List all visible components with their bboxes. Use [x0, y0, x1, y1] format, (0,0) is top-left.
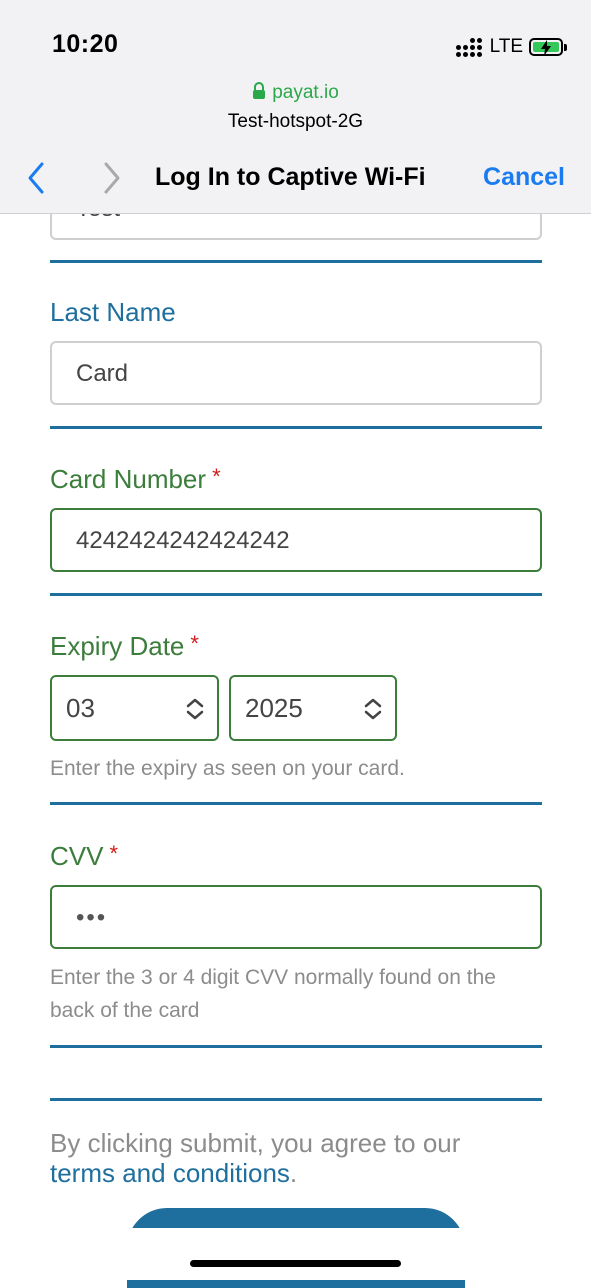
cancel-button[interactable]: Cancel: [483, 163, 565, 192]
card-number-input[interactable]: 4242424242424242: [50, 508, 542, 572]
expiry-month-value: 03: [66, 693, 95, 723]
section-divider: [50, 426, 542, 429]
cvv-label: CVV *: [50, 841, 118, 872]
expiry-year-select[interactable]: 2025: [229, 675, 397, 741]
expiry-month-select[interactable]: 03: [50, 675, 219, 741]
cvv-input[interactable]: •••: [50, 885, 542, 949]
signal-strength-icon: [455, 37, 482, 57]
status-indicators: LTE: [455, 33, 567, 61]
required-mark: *: [109, 841, 119, 866]
expiry-help-text: Enter the expiry as seen on your card.: [50, 757, 405, 780]
expiry-date-label: Expiry Date *: [50, 631, 199, 662]
forward-chevron-icon[interactable]: [96, 160, 126, 196]
last-name-value: Card: [76, 360, 129, 387]
terms-agreement-text: By clicking submit, you agree to our ter…: [50, 1128, 530, 1188]
agreement-prefix: By clicking submit, you agree to our: [50, 1128, 461, 1158]
card-number-label-text: Card Number: [50, 464, 207, 494]
section-divider: [50, 1098, 542, 1101]
cvv-help-text: Enter the 3 or 4 digit CVV normally foun…: [50, 966, 496, 1022]
section-divider: [50, 802, 542, 805]
captive-portal-header: 10:20 LTE payat.io Test-hotspot-2G Log I…: [0, 0, 591, 214]
section-divider: [50, 593, 542, 596]
domain-row: payat.io: [0, 82, 591, 104]
network-type: LTE: [489, 36, 523, 57]
expiry-year-value: 2025: [245, 693, 303, 723]
last-name-label: Last Name: [50, 297, 176, 327]
back-chevron-icon[interactable]: [22, 160, 52, 196]
agreement-suffix: .: [289, 1158, 298, 1188]
battery-charging-icon: [529, 38, 567, 56]
card-number-label: Card Number *: [50, 464, 221, 495]
select-chevron-icon: [364, 698, 382, 720]
required-mark: *: [190, 631, 199, 656]
terms-link[interactable]: terms and conditions: [50, 1158, 290, 1188]
cvv-label-text: CVV: [50, 841, 104, 871]
section-divider: [50, 1045, 542, 1048]
cvv-masked-value: •••: [76, 904, 108, 931]
expiry-date-label-text: Expiry Date: [50, 631, 185, 661]
domain-text: payat.io: [272, 82, 339, 103]
section-divider: [50, 260, 542, 263]
last-name-input[interactable]: Card: [50, 341, 542, 405]
select-chevron-icon: [186, 698, 204, 720]
status-time: 10:20: [52, 30, 119, 58]
required-mark: *: [212, 464, 221, 489]
card-number-value: 4242424242424242: [76, 527, 290, 554]
bottom-safe-area: [0, 1228, 591, 1280]
lock-icon: [253, 82, 266, 99]
page-title: Log In to Captive Wi-Fi: [155, 163, 426, 191]
home-indicator: [190, 1260, 401, 1267]
wifi-ssid: Test-hotspot-2G: [227, 111, 364, 132]
